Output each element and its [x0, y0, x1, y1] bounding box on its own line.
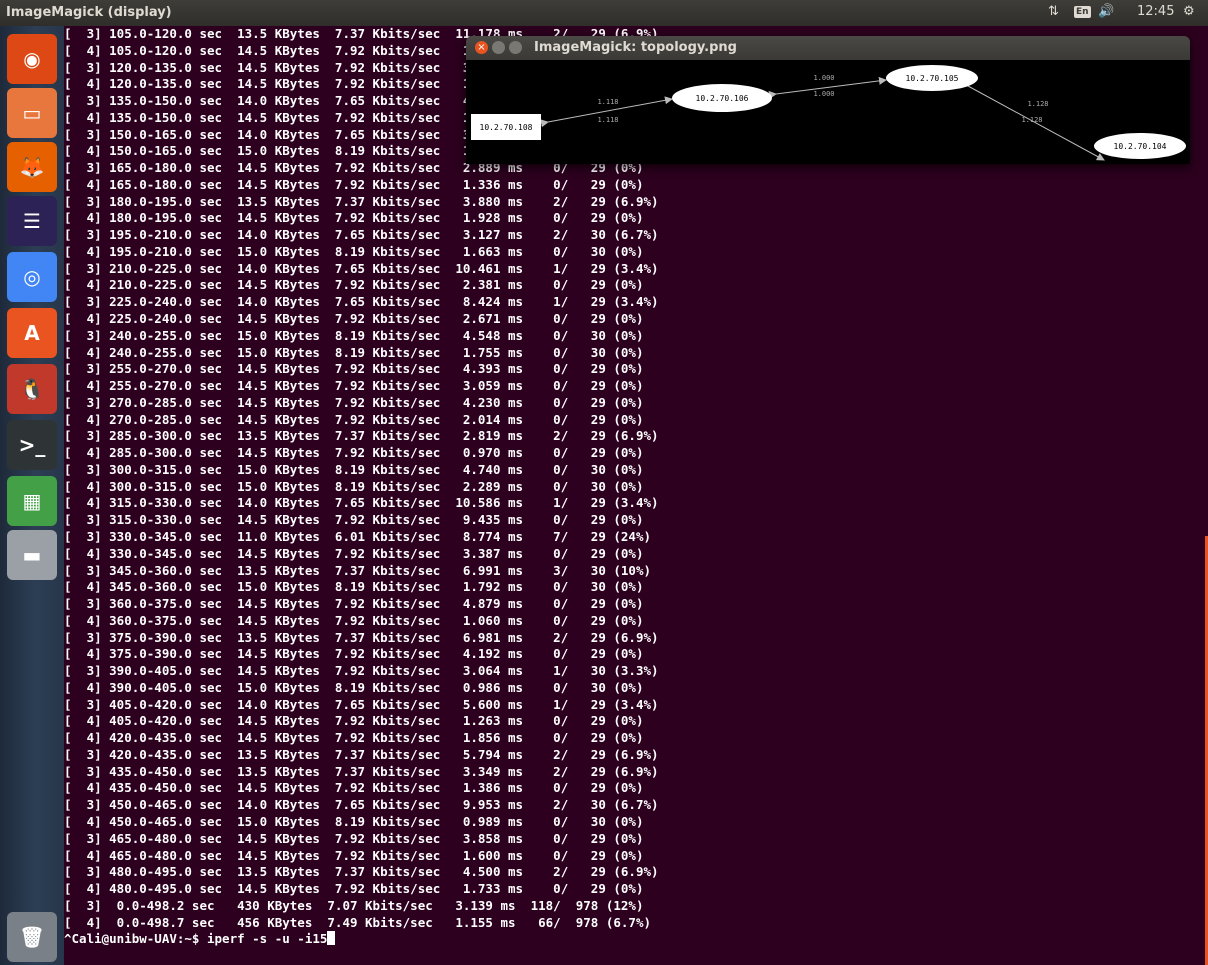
command-prompt-line[interactable]: ^Cali@unibw-UAV:~$ iperf -s -u -i15 [64, 931, 659, 948]
terminal-line: [ 4] 285.0-300.0 sec 14.5 KBytes 7.92 Kb… [64, 445, 644, 461]
volume-icon[interactable]: 🔊 [1098, 4, 1114, 19]
network-icon[interactable]: ⇅ [1048, 4, 1059, 19]
terminal-line: [ 3] 330.0-345.0 sec 11.0 KBytes 6.01 Kb… [64, 528, 651, 544]
top-panel: ImageMagick (display) ⇅ En 🔊 12:45 ⚙ [0, 0, 1208, 26]
software-center-icon-glyph: A [24, 321, 40, 345]
terminal-line: [ 4] 480.0-495.0 sec 14.5 KBytes 7.92 Kb… [64, 881, 644, 897]
software-center-icon[interactable]: A [7, 308, 57, 358]
dash-home-icon[interactable]: ◉ [7, 34, 57, 84]
settings-gear-icon[interactable]: ⚙ [1183, 4, 1195, 19]
terminal-line: [ 4] 390.0-405.0 sec 15.0 KBytes 8.19 Kb… [64, 679, 644, 695]
node-label-108: 10.2.70.108 [480, 123, 533, 132]
chrome-icon[interactable]: ◎ [7, 252, 57, 302]
terminal-line: [ 3] 270.0-285.0 sec 14.5 KBytes 7.92 Kb… [64, 394, 644, 410]
terminal-line: [ 4] 345.0-360.0 sec 15.0 KBytes 8.19 Kb… [64, 579, 644, 595]
terminal-line: [ 4] 240.0-255.0 sec 15.0 KBytes 8.19 Kb… [64, 344, 644, 360]
terminal-line: [ 4] 210.0-225.0 sec 14.5 KBytes 7.92 Kb… [64, 277, 644, 293]
app-penguin-icon-glyph: 🐧 [19, 377, 45, 401]
edge-label: 1.128 [1021, 116, 1042, 124]
terminal-line: [ 3] 375.0-390.0 sec 13.5 KBytes 7.37 Kb… [64, 629, 659, 645]
eclipse-icon-glyph: ☰ [23, 209, 41, 233]
terminal-output: [ 3] 105.0-120.0 sec 13.5 KBytes 7.37 Kb… [64, 26, 659, 948]
image-viewer-window[interactable]: × ImageMagick: topology.png 10.2.70.108 … [466, 36, 1190, 164]
terminal-line: [ 3] 435.0-450.0 sec 13.5 KBytes 7.37 Kb… [64, 763, 659, 779]
keyboard-layout-indicator[interactable]: En [1074, 6, 1091, 18]
terminal-line: [ 4] 330.0-345.0 sec 14.5 KBytes 7.92 Kb… [64, 545, 644, 561]
terminal-line: [ 3] 195.0-210.0 sec 14.0 KBytes 7.65 Kb… [64, 227, 659, 243]
terminal-line: [ 3] 480.0-495.0 sec 13.5 KBytes 7.37 Kb… [64, 864, 659, 880]
terminal-icon[interactable]: >_ [7, 420, 57, 470]
terminal-line: [ 4] 360.0-375.0 sec 14.5 KBytes 7.92 Kb… [64, 612, 644, 628]
terminal-line: [ 3] 345.0-360.0 sec 13.5 KBytes 7.37 Kb… [64, 562, 651, 578]
terminal-icon-glyph: >_ [18, 433, 46, 457]
command-prompt-text: ^Cali@unibw-UAV:~$ iperf -s -u -i15 [64, 931, 328, 947]
text-cursor [327, 931, 336, 946]
topology-graph: 10.2.70.108 10.2.70.106 10.2.70.105 10.2… [471, 65, 1186, 161]
image-window-title: ImageMagick: topology.png [534, 40, 737, 55]
edge-label: 1.118 [597, 98, 618, 106]
active-app-title: ImageMagick (display) [6, 5, 172, 20]
terminal-line: [ 4] 225.0-240.0 sec 14.5 KBytes 7.92 Kb… [64, 311, 644, 327]
terminal-line: [ 3] 285.0-300.0 sec 13.5 KBytes 7.37 Kb… [64, 428, 659, 444]
terminal-line: [ 3] 225.0-240.0 sec 14.0 KBytes 7.65 Kb… [64, 294, 659, 310]
terminal-line: [ 4] 420.0-435.0 sec 14.5 KBytes 7.92 Kb… [64, 730, 644, 746]
terminal-line: [ 4] 375.0-390.0 sec 14.5 KBytes 7.92 Kb… [64, 646, 644, 662]
chrome-icon-glyph: ◎ [23, 265, 41, 289]
terminal-line: [ 3] 210.0-225.0 sec 14.0 KBytes 7.65 Kb… [64, 260, 659, 276]
terminal-line: [ 4] 300.0-315.0 sec 15.0 KBytes 8.19 Kb… [64, 478, 644, 494]
edge-label: 1.000 [813, 74, 834, 82]
node-label-105: 10.2.70.105 [906, 74, 959, 83]
terminal-line: [ 4] 0.0-498.7 sec 456 KBytes 7.49 Kbits… [64, 914, 651, 930]
trash-icon[interactable]: 🗑 [7, 912, 57, 962]
close-window-button[interactable]: × [475, 41, 488, 54]
terminal-line: [ 3] 360.0-375.0 sec 14.5 KBytes 7.92 Kb… [64, 596, 644, 612]
disk-icon[interactable]: ▬ [7, 530, 57, 580]
spreadsheet-icon-glyph: ▦ [22, 489, 42, 513]
files-icon-glyph: ▭ [22, 101, 42, 125]
minimize-window-button[interactable] [492, 41, 505, 54]
terminal-line: [ 3] 0.0-498.2 sec 430 KBytes 7.07 Kbits… [64, 897, 644, 913]
terminal-line: [ 3] 240.0-255.0 sec 15.0 KBytes 8.19 Kb… [64, 327, 644, 343]
files-icon[interactable]: ▭ [7, 88, 57, 138]
terminal-line: [ 4] 180.0-195.0 sec 14.5 KBytes 7.92 Kb… [64, 210, 644, 226]
eclipse-icon[interactable]: ☰ [7, 196, 57, 246]
terminal-line: [ 4] 195.0-210.0 sec 15.0 KBytes 8.19 Kb… [64, 243, 644, 259]
clock[interactable]: 12:45 [1137, 4, 1174, 19]
topology-image: 10.2.70.108 10.2.70.106 10.2.70.105 10.2… [466, 60, 1190, 164]
dash-home-icon-glyph: ◉ [23, 47, 41, 71]
terminal-line: [ 3] 450.0-465.0 sec 14.0 KBytes 7.65 Kb… [64, 797, 659, 813]
terminal-line: [ 4] 465.0-480.0 sec 14.5 KBytes 7.92 Kb… [64, 847, 644, 863]
image-window-titlebar[interactable]: × ImageMagick: topology.png [466, 36, 1190, 60]
firefox-icon[interactable]: 🦊 [7, 142, 57, 192]
node-label-106: 10.2.70.106 [696, 94, 749, 103]
node-label-104: 10.2.70.104 [1114, 142, 1167, 151]
terminal-line: [ 3] 405.0-420.0 sec 14.0 KBytes 7.65 Kb… [64, 696, 659, 712]
terminal-line: [ 3] 465.0-480.0 sec 14.5 KBytes 7.92 Kb… [64, 830, 644, 846]
maximize-window-button[interactable] [509, 41, 522, 54]
terminal-line: [ 4] 315.0-330.0 sec 14.0 KBytes 7.65 Kb… [64, 495, 659, 511]
disk-icon-glyph: ▬ [22, 543, 42, 567]
terminal-line: [ 3] 180.0-195.0 sec 13.5 KBytes 7.37 Kb… [64, 193, 659, 209]
terminal-line: [ 3] 315.0-330.0 sec 14.5 KBytes 7.92 Kb… [64, 512, 644, 528]
edge-label: 1.128 [1027, 100, 1048, 108]
terminal-window[interactable]: [ 3] 105.0-120.0 sec 13.5 KBytes 7.37 Kb… [64, 26, 1208, 965]
spreadsheet-icon[interactable]: ▦ [7, 476, 57, 526]
launcher: ◉ ▭ 🦊 ☰ ◎ A 🐧 >_ ▦ ▬ 🗑 [0, 26, 64, 965]
edge-label: 1.118 [597, 116, 618, 124]
terminal-line: [ 3] 390.0-405.0 sec 14.5 KBytes 7.92 Kb… [64, 663, 659, 679]
terminal-line: [ 3] 300.0-315.0 sec 15.0 KBytes 8.19 Kb… [64, 461, 644, 477]
terminal-line: [ 3] 420.0-435.0 sec 13.5 KBytes 7.37 Kb… [64, 746, 659, 762]
app-penguin-icon[interactable]: 🐧 [7, 364, 57, 414]
trash-icon-glyph: 🗑 [19, 925, 45, 949]
terminal-line: [ 4] 255.0-270.0 sec 14.5 KBytes 7.92 Kb… [64, 378, 644, 394]
firefox-icon-glyph: 🦊 [19, 155, 45, 179]
edge-label: 1.000 [813, 90, 834, 98]
terminal-line: [ 4] 405.0-420.0 sec 14.5 KBytes 7.92 Kb… [64, 713, 644, 729]
terminal-line: [ 4] 165.0-180.0 sec 14.5 KBytes 7.92 Kb… [64, 176, 644, 192]
terminal-line: [ 3] 255.0-270.0 sec 14.5 KBytes 7.92 Kb… [64, 361, 644, 377]
terminal-line: [ 4] 435.0-450.0 sec 14.5 KBytes 7.92 Kb… [64, 780, 644, 796]
terminal-line: [ 4] 450.0-465.0 sec 15.0 KBytes 8.19 Kb… [64, 813, 644, 829]
terminal-line: [ 4] 270.0-285.0 sec 14.5 KBytes 7.92 Kb… [64, 411, 644, 427]
